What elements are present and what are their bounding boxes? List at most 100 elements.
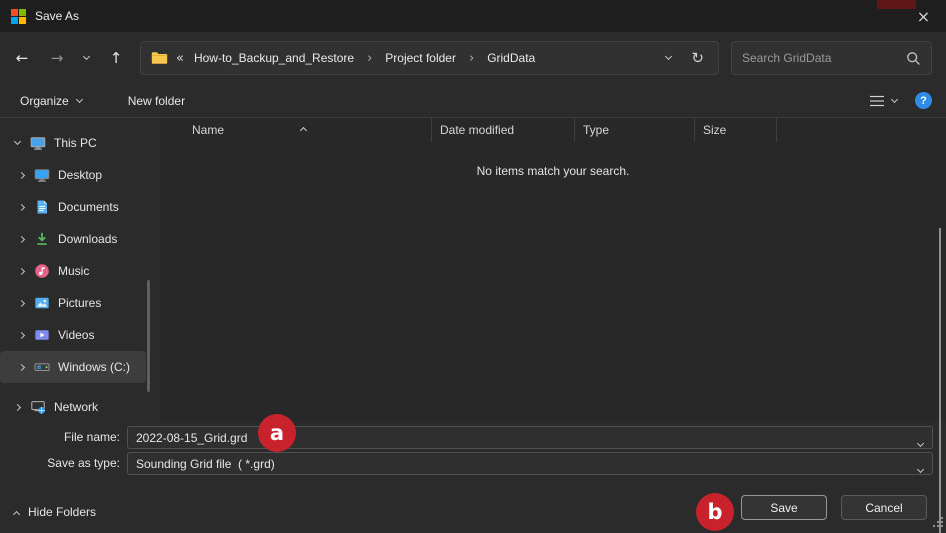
sidebar-item-label: Music [58, 264, 89, 278]
network-icon [30, 399, 46, 415]
back-button[interactable]: ← [6, 42, 38, 74]
windows-drive-icon [34, 359, 50, 375]
annotation-badge-b: b [696, 493, 734, 531]
documents-icon [34, 199, 50, 215]
right-edge-line [939, 228, 941, 533]
search-icon [906, 51, 921, 66]
hide-folders-button[interactable]: Hide Folders [14, 502, 96, 522]
chevron-right-icon[interactable] [16, 170, 26, 180]
sidebar-item-label: Desktop [58, 168, 102, 182]
chevron-right-icon[interactable] [16, 202, 26, 212]
annotation-badge-a: a [258, 414, 296, 452]
address-bar-controls: ↻ [666, 49, 708, 67]
chevron-down-icon [76, 95, 83, 102]
column-header-date-modified[interactable]: Date modified [432, 118, 575, 142]
new-folder-button[interactable]: New folder [118, 88, 195, 114]
sidebar-item-pictures[interactable]: Pictures [0, 287, 146, 319]
breadcrumb-item[interactable]: Project folder [383, 51, 458, 65]
chevron-down-icon[interactable] [918, 435, 923, 449]
breadcrumb-item[interactable]: GridData [485, 51, 537, 65]
this-pc-icon [30, 135, 46, 151]
save-button[interactable]: Save [741, 495, 827, 520]
save-as-type-label: Save as type: [0, 456, 120, 470]
sidebar-item-label: Pictures [58, 296, 101, 310]
refresh-icon[interactable]: ↻ [691, 49, 704, 67]
chevron-down-icon[interactable] [12, 138, 22, 148]
window-title: Save As [35, 9, 79, 23]
chevron-right-icon[interactable] [16, 266, 26, 276]
column-header-name[interactable]: Name [160, 118, 432, 142]
breadcrumb-item[interactable]: How-to_Backup_and_Restore [192, 51, 356, 65]
sidebar-scrollbar[interactable] [147, 280, 150, 392]
sidebar-item-label: This PC [54, 136, 97, 150]
column-header-size[interactable]: Size [695, 118, 777, 142]
close-button[interactable]: × [901, 0, 946, 32]
list-view-icon [869, 94, 885, 108]
breadcrumb-separator-icon: › [364, 51, 375, 66]
sidebar-item-downloads[interactable]: Downloads [0, 223, 146, 255]
sidebar-item-documents[interactable]: Documents [0, 191, 146, 223]
sidebar-item-label: Windows (C:) [58, 360, 130, 374]
sidebar-item-music[interactable]: Music [0, 255, 146, 287]
forward-button[interactable]: → [41, 42, 73, 74]
chevron-down-icon [891, 95, 898, 102]
save-as-type-value: Sounding Grid file ( *.grd) [136, 457, 275, 471]
organize-button[interactable]: Organize [10, 88, 92, 114]
sort-ascending-icon [301, 122, 306, 136]
cancel-button[interactable]: Cancel [841, 495, 927, 520]
empty-folder-message: No items match your search. [160, 164, 946, 178]
pictures-icon [34, 295, 50, 311]
column-label: Name [192, 123, 224, 137]
breadcrumb-overflow[interactable]: « [176, 51, 184, 66]
resize-grip[interactable] [931, 515, 944, 531]
sidebar-item-label: Downloads [58, 232, 117, 246]
sidebar-item-desktop[interactable]: Desktop [0, 159, 146, 191]
sidebar-item-label: Documents [58, 200, 119, 214]
file-list: Name Date modified Type Size No items ma… [160, 118, 946, 421]
column-label: Type [583, 123, 609, 137]
command-bar: Organize New folder ? [0, 84, 946, 117]
navigation-pane: This PC Desktop Documents Downloads [0, 118, 160, 421]
sidebar-item-network[interactable]: Network [0, 391, 146, 421]
address-dropdown-icon[interactable] [665, 53, 672, 60]
chevron-right-icon[interactable] [16, 234, 26, 244]
sidebar-item-windows-c[interactable]: Windows (C:) [0, 351, 146, 383]
chevron-right-icon[interactable] [16, 362, 26, 372]
help-button[interactable]: ? [915, 92, 932, 109]
column-label: Date modified [440, 123, 514, 137]
save-as-type-combobox[interactable]: Sounding Grid file ( *.grd) [127, 452, 933, 475]
up-button[interactable]: ↑ [100, 42, 132, 74]
chevron-right-icon[interactable] [12, 402, 22, 412]
desktop-icon [34, 167, 50, 183]
sidebar-item-label: Videos [58, 328, 94, 342]
file-name-input[interactable] [136, 431, 908, 445]
recent-locations-button[interactable] [73, 42, 99, 74]
command-bar-right: ? [869, 92, 932, 109]
file-name-combobox[interactable] [127, 426, 933, 449]
column-header-type[interactable]: Type [575, 118, 695, 142]
hide-folders-label: Hide Folders [28, 505, 96, 519]
sidebar-item-this-pc[interactable]: This PC [0, 127, 146, 159]
sidebar-item-label: Network [54, 400, 98, 414]
column-label: Size [703, 123, 726, 137]
navigation-bar: ← → ↑ « How-to_Backup_and_Restore › Proj… [0, 32, 946, 84]
folder-icon [151, 51, 168, 65]
downloads-icon [34, 231, 50, 247]
chevron-down-icon[interactable] [918, 461, 923, 475]
chevron-right-icon[interactable] [16, 330, 26, 340]
chevron-down-icon [82, 53, 89, 60]
search-box[interactable] [731, 41, 932, 75]
windows-logo-icon [11, 9, 26, 24]
music-icon [34, 263, 50, 279]
search-input[interactable] [742, 51, 900, 65]
list-header: Name Date modified Type Size [160, 118, 946, 142]
chevron-up-icon [13, 510, 20, 517]
address-bar[interactable]: « How-to_Backup_and_Restore › Project fo… [140, 41, 719, 75]
chevron-right-icon[interactable] [16, 298, 26, 308]
organize-label: Organize [20, 94, 69, 108]
save-as-dialog: Save As × ← → ↑ « How-to_Backup_and_Rest… [0, 0, 946, 533]
new-folder-label: New folder [128, 94, 185, 108]
sidebar-item-videos[interactable]: Videos [0, 319, 146, 351]
change-view-button[interactable] [869, 94, 897, 108]
breadcrumb-separator-icon: › [466, 51, 477, 66]
